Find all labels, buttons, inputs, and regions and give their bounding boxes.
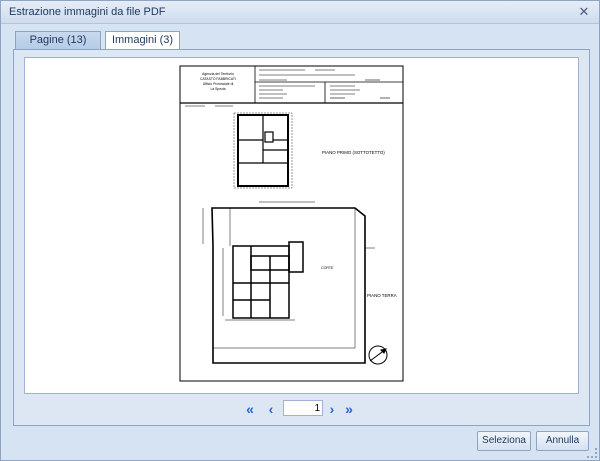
chevron-right-icon[interactable]: › <box>324 401 340 417</box>
label-ground-floor: PIANO TERRA <box>367 293 397 298</box>
header-line: Agenzia del Territorio <box>202 72 234 76</box>
page-number-input[interactable] <box>283 400 323 416</box>
double-chevron-left-icon[interactable]: « <box>242 401 258 417</box>
cancel-button[interactable]: Annulla <box>536 431 589 451</box>
tab-pagine[interactable]: Pagine (13) <box>15 31 101 49</box>
tab-panel: Agenzia del Territorio CATASTO FABBRICAT… <box>13 49 590 426</box>
pager: « ‹ › » <box>14 399 589 419</box>
label-first-floor: PIANO PRIMO (SOTTOTETTO) <box>322 150 385 155</box>
close-icon[interactable]: ✕ <box>577 5 591 19</box>
title-bar: Estrazione immagini da file PDF ✕ <box>1 1 599 24</box>
tab-immagini[interactable]: Immagini (3) <box>105 31 180 49</box>
window-title: Estrazione immagini da file PDF <box>9 6 166 18</box>
chevron-left-icon[interactable]: ‹ <box>263 401 279 417</box>
label-corte: CORTE <box>321 266 334 270</box>
double-chevron-right-icon[interactable]: » <box>341 401 357 417</box>
resize-grip[interactable] <box>587 448 597 458</box>
header-line: CATASTO FABBRICATI <box>200 77 236 81</box>
select-button[interactable]: Seleziona <box>477 431 531 451</box>
image-preview[interactable]: Agenzia del Territorio CATASTO FABBRICAT… <box>24 57 579 394</box>
floor-plan-drawing: Agenzia del Territorio CATASTO FABBRICAT… <box>179 65 404 382</box>
header-line: Ufficio Provinciale di <box>203 82 234 86</box>
dialog-window: Estrazione immagini da file PDF ✕ Pagine… <box>0 0 600 461</box>
header-line: La Spezia <box>210 87 225 91</box>
